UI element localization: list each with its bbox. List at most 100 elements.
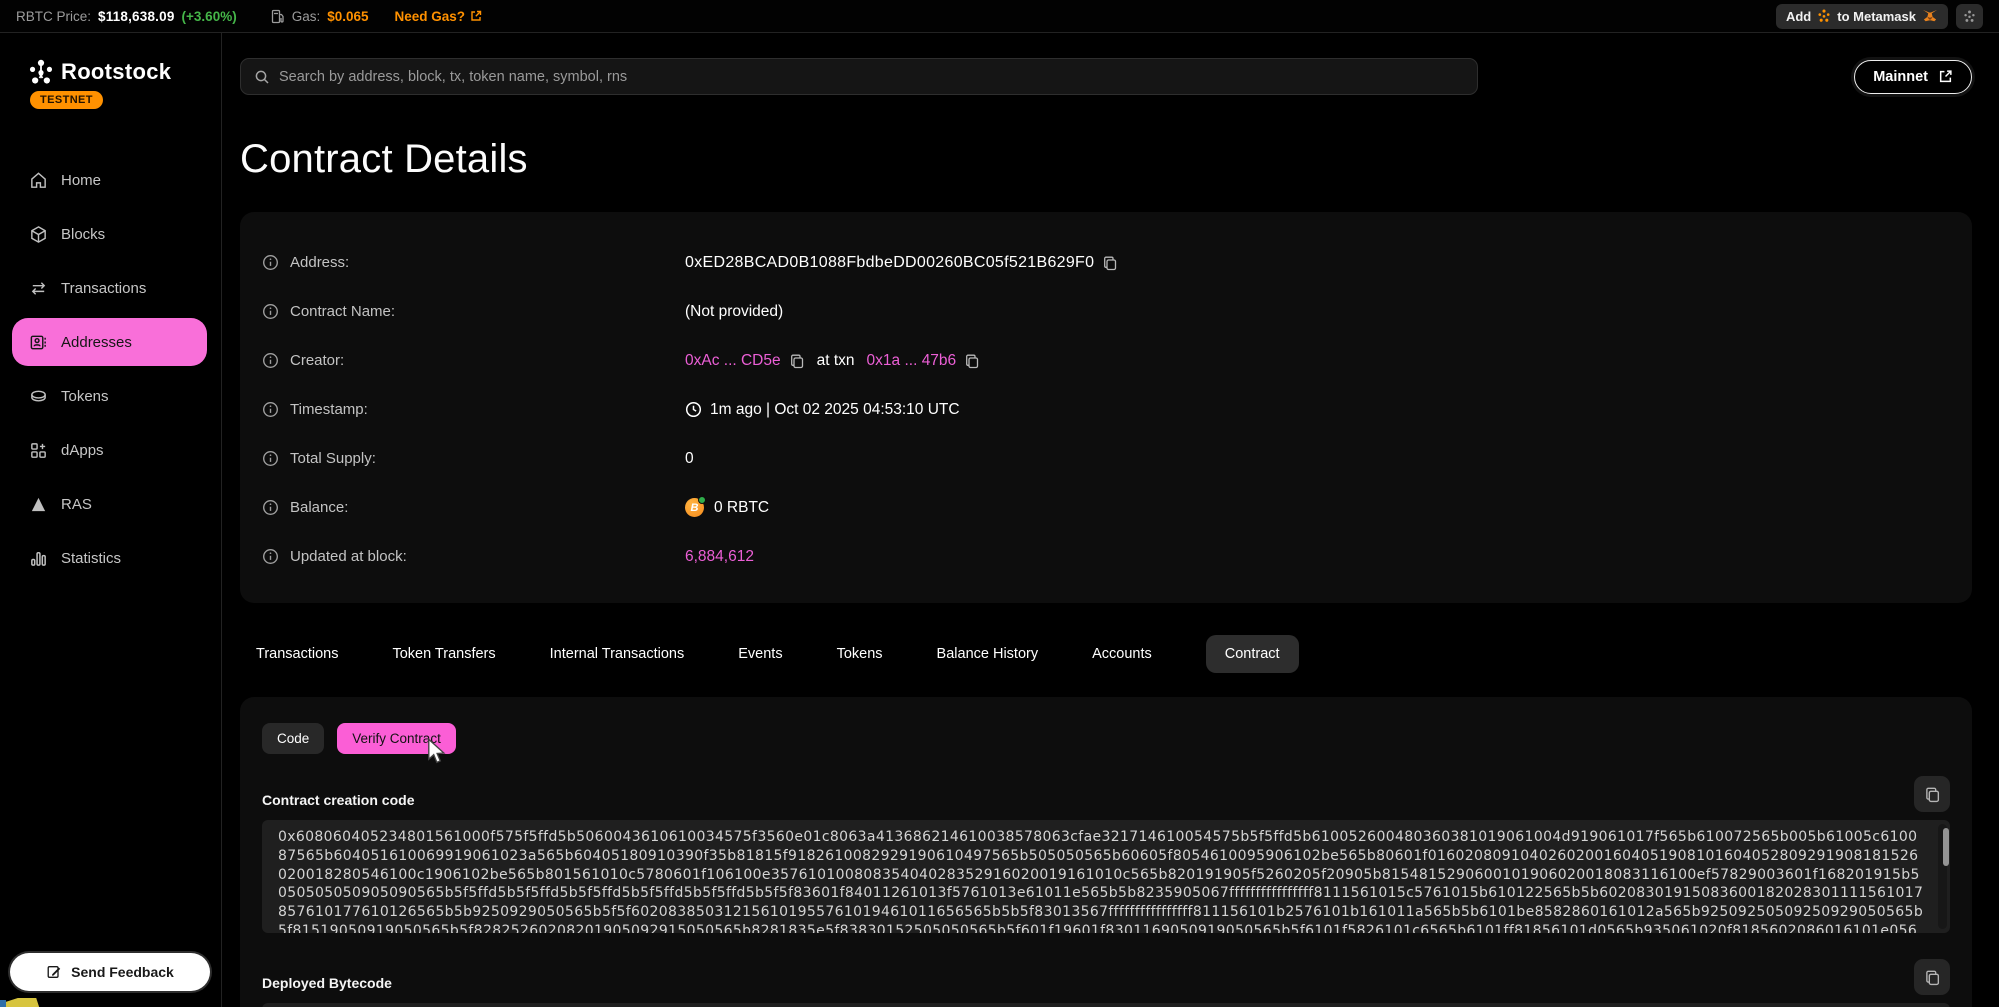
- tab-tokens[interactable]: Tokens: [837, 646, 883, 662]
- sidebar-item-tokens[interactable]: Tokens: [0, 369, 221, 423]
- tab-transactions[interactable]: Transactions: [256, 646, 338, 662]
- info-icon: [262, 401, 279, 418]
- sidebar-item-addresses[interactable]: Addresses: [12, 318, 207, 366]
- info-icon: [262, 499, 279, 516]
- sidebar-item-label: RAS: [61, 496, 92, 513]
- external-link-icon: [470, 10, 482, 22]
- info-icon: [262, 352, 279, 369]
- rootstock-widget-button[interactable]: [1956, 4, 1983, 29]
- verify-contract-button[interactable]: Verify Contract: [337, 723, 456, 754]
- need-gas-link[interactable]: Need Gas?: [395, 9, 483, 24]
- deployed-bytecode-label: Deployed Bytecode: [262, 975, 392, 995]
- detail-label: Contract Name:: [290, 303, 395, 320]
- top-status-bar: RBTC Price: $118,638.09 (+3.60%) Gas: $0…: [0, 0, 1999, 33]
- info-icon: [262, 548, 279, 565]
- rbtc-price-label: RBTC Price:: [16, 9, 91, 24]
- sidebar-nav: Home Blocks Transa: [0, 153, 221, 585]
- brand: Rootstock TESTNET: [0, 59, 221, 109]
- copy-creation-code-button[interactable]: [1914, 776, 1950, 812]
- address-card-icon: [28, 332, 48, 352]
- sidebar-item-home[interactable]: Home: [0, 153, 221, 207]
- sidebar-item-blocks[interactable]: Blocks: [0, 207, 221, 261]
- contract-code-card: Code Verify Contract Contract creation c…: [240, 697, 1972, 1007]
- detail-row-address: Address: 0xED28BCAD0B1088FbdbeDD00260BC0…: [262, 238, 1950, 287]
- gas-label: Gas:: [292, 9, 321, 24]
- sidebar-item-label: Tokens: [61, 388, 109, 405]
- sidebar-item-label: Statistics: [61, 550, 121, 567]
- detail-row-total-supply: Total Supply: 0: [262, 434, 1950, 483]
- to-metamask-label: to Metamask: [1837, 9, 1916, 24]
- detail-row-updated-block: Updated at block: 6,884,612: [262, 532, 1950, 581]
- creation-code-label: Contract creation code: [262, 792, 414, 812]
- tab-events[interactable]: Events: [738, 646, 782, 662]
- copy-icon[interactable]: [789, 353, 805, 369]
- page-title: Contract Details: [240, 137, 1972, 182]
- sidebar-item-statistics[interactable]: Statistics: [0, 531, 221, 585]
- tab-balance-history[interactable]: Balance History: [937, 646, 1039, 662]
- search-input[interactable]: [279, 69, 1464, 85]
- home-icon: [28, 170, 48, 190]
- balance-value: 0 RBTC: [714, 499, 769, 517]
- feedback-edit-icon: [46, 964, 62, 980]
- rootstock-logo-icon: [28, 59, 54, 85]
- bar-chart-icon: [28, 548, 48, 568]
- total-supply-value: 0: [685, 450, 694, 468]
- sidebar-item-label: dApps: [61, 442, 104, 459]
- topbar-actions: Add to Metamask: [1776, 4, 1983, 29]
- code-button[interactable]: Code: [262, 723, 324, 754]
- creation-code-block[interactable]: 0x608060405234801561000f575f5ffd5b506004…: [262, 820, 1950, 933]
- copy-icon[interactable]: [1102, 255, 1118, 271]
- contract-details-card: Address: 0xED28BCAD0B1088FbdbeDD00260BC0…: [240, 212, 1972, 603]
- copy-icon[interactable]: [964, 353, 980, 369]
- timestamp-value: 1m ago | Oct 02 2025 04:53:10 UTC: [710, 401, 960, 419]
- tab-contract[interactable]: Contract: [1206, 635, 1299, 673]
- need-gas-label: Need Gas?: [395, 9, 466, 24]
- add-label: Add: [1786, 9, 1811, 24]
- transfer-arrows-icon: [28, 278, 48, 298]
- metamask-fox-icon: [1922, 9, 1938, 23]
- grid-plus-icon: [28, 440, 48, 460]
- info-icon: [262, 450, 279, 467]
- info-icon: [262, 303, 279, 320]
- scrollbar-thumb[interactable]: [1943, 828, 1949, 866]
- sidebar-item-transactions[interactable]: Transactions: [0, 261, 221, 315]
- rbtc-price-group: RBTC Price: $118,638.09 (+3.60%): [16, 9, 237, 24]
- creation-txn-link[interactable]: 0x1a ... 47b6: [867, 352, 957, 370]
- network-selector-button[interactable]: Mainnet: [1854, 60, 1972, 94]
- detail-row-creator: Creator: 0xAc ... CD5e at txn 0x1a ... 4…: [262, 336, 1950, 385]
- copy-bytecode-button[interactable]: [1914, 959, 1950, 995]
- send-feedback-label: Send Feedback: [71, 964, 174, 980]
- rbtc-coin-icon: B: [685, 498, 704, 517]
- updated-block-link[interactable]: 6,884,612: [685, 548, 754, 566]
- tab-internal-transactions[interactable]: Internal Transactions: [550, 646, 685, 662]
- contract-name-value: (Not provided): [685, 303, 783, 321]
- detail-row-timestamp: Timestamp: 1m ago | Oct 02 2025 04:53:10…: [262, 385, 1950, 434]
- send-feedback-button[interactable]: Send Feedback: [10, 953, 210, 991]
- detail-label: Balance:: [290, 499, 348, 516]
- network-label: Mainnet: [1873, 69, 1928, 85]
- rootstock-glyph-icon: [1963, 10, 1976, 23]
- tab-token-transfers[interactable]: Token Transfers: [392, 646, 495, 662]
- corner-decoration: [0, 998, 46, 1007]
- add-to-metamask-button[interactable]: Add to Metamask: [1776, 4, 1948, 29]
- external-link-icon: [1938, 69, 1953, 84]
- sidebar-item-ras[interactable]: RAS: [0, 477, 221, 531]
- deployed-bytecode-block[interactable]: 0x608060405234801561000f575f5ffd5b506040…: [262, 1003, 1950, 1007]
- sidebar-item-label: Blocks: [61, 226, 105, 243]
- detail-label: Total Supply:: [290, 450, 376, 467]
- sidebar-item-dapps[interactable]: dApps: [0, 423, 221, 477]
- creator-address-link[interactable]: 0xAc ... CD5e: [685, 352, 781, 370]
- address-tabs: Transactions Token Transfers Internal Tr…: [240, 635, 1972, 673]
- sidebar: Rootstock TESTNET Home: [0, 33, 222, 1007]
- copy-icon: [1924, 969, 1941, 986]
- tab-accounts[interactable]: Accounts: [1092, 646, 1152, 662]
- brand-name: Rootstock: [61, 59, 171, 85]
- detail-row-balance: Balance: B 0 RBTC: [262, 483, 1950, 532]
- search-bar[interactable]: [240, 58, 1478, 95]
- coin-icon: [28, 386, 48, 406]
- rbtc-price-value: $118,638.09: [98, 9, 175, 24]
- rootstock-explorer: RBTC Price: $118,638.09 (+3.60%) Gas: $0…: [0, 0, 1999, 1007]
- sidebar-item-label: Home: [61, 172, 101, 189]
- search-icon: [254, 69, 270, 85]
- gas-group: Gas: $0.065: [271, 9, 369, 24]
